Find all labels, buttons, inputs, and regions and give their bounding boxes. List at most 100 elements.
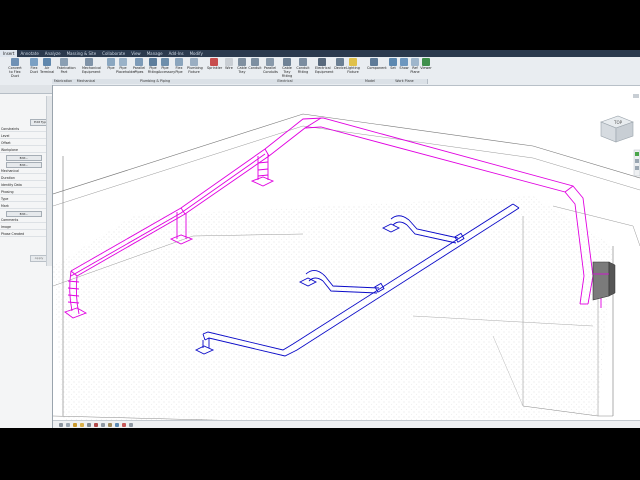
tool-sprinkler-button[interactable]: Sprinkler — [207, 58, 223, 71]
lock-view-icon[interactable] — [108, 423, 112, 427]
sprinkler-icon — [210, 58, 218, 66]
property-row: Mark — [0, 204, 46, 209]
property-row: Phase Created — [0, 232, 46, 237]
conduit-fitting-icon — [299, 58, 307, 66]
tool-pipe-placeholder-button[interactable]: Pipe Placeholder — [116, 58, 136, 75]
ribbon-group-fabrication: Fabrication — [52, 79, 75, 84]
tool-label: Convert to Flex Duct — [8, 66, 22, 78]
tool-label: Flex Duct — [30, 66, 38, 74]
3d-view-canvas[interactable]: TOP — [53, 86, 640, 428]
air-terminal-icon — [43, 58, 51, 66]
navigation-bar[interactable] — [633, 149, 640, 177]
property-row: Duration — [0, 176, 46, 181]
pipe-fitting-icon — [149, 58, 157, 66]
tool-conduit-button[interactable]: Conduit — [248, 58, 262, 71]
ribbon-group-mechanical: Mechanical — [74, 79, 99, 84]
tab-collaborate[interactable]: Collaborate — [99, 50, 128, 57]
tool-label: Electrical Equipment — [315, 66, 334, 74]
tool-viewer-button[interactable]: Viewer — [419, 58, 433, 71]
tool-parallel-conduits-button[interactable]: Parallel Conduits — [263, 58, 278, 75]
ribbon-tab-bar: Insert Annotate Analyze Massing & Site Colla… — [0, 50, 640, 57]
sun-path-icon[interactable] — [80, 423, 84, 427]
air-handler-unit[interactable] — [592, 261, 616, 301]
crop-icon[interactable] — [101, 423, 105, 427]
tab-view[interactable]: View — [128, 50, 144, 57]
tool-mechanical-equipment-button[interactable]: Mechanical Equipment — [82, 58, 101, 75]
tab-insert[interactable]: Insert — [0, 50, 18, 57]
ribbon-group-model: Model — [358, 79, 383, 84]
detail-level-icon[interactable] — [66, 423, 70, 427]
lighting-fixture-icon — [349, 58, 357, 66]
tab-massing-site[interactable]: Massing & Site — [64, 50, 100, 57]
view-close-icon[interactable] — [633, 94, 639, 98]
tool-flex-pipe-button[interactable]: Flex Pipe — [172, 58, 186, 75]
tool-parallel-pipes-button[interactable]: Parallel Pipes — [132, 58, 146, 75]
ribbon-group-electrical: Electrical — [212, 79, 359, 84]
view-cube[interactable]: TOP — [600, 115, 634, 143]
tool-label: Viewer — [420, 66, 432, 70]
tool-air-terminal-button[interactable]: Air Terminal — [40, 58, 54, 75]
tool-flex-duct-button[interactable]: Flex Duct — [27, 58, 41, 75]
tool-wire-button[interactable]: Wire — [222, 58, 236, 71]
tool-cable-tray-fitting-button[interactable]: Cable Tray Fitting — [280, 58, 294, 78]
tool-label: Flex Pipe — [175, 66, 183, 74]
tool-label: Fabrication Part — [57, 66, 76, 74]
ribbon-panel: Convert to Flex Duct Flex Duct Air Termina… — [0, 57, 640, 86]
tool-electrical-equipment-button[interactable]: Electrical Equipment — [315, 58, 334, 75]
tab-annotate[interactable]: Annotate — [17, 50, 41, 57]
ribbon-group-plumbing-piping: Plumbing & Piping — [98, 79, 213, 84]
parallel-conduits-icon — [266, 58, 274, 66]
shadows-icon[interactable] — [87, 423, 91, 427]
property-row: Identity Data — [0, 183, 46, 188]
tool-label: Conduit Fitting — [296, 66, 310, 74]
tool-label: Cable Tray Fitting — [281, 66, 293, 78]
tool-label: Lighting Fixture — [346, 66, 360, 74]
tool-lighting-fixture-button[interactable]: Lighting Fixture — [346, 58, 360, 75]
tool-device-button[interactable]: Device — [333, 58, 347, 71]
properties-header — [0, 85, 52, 94]
tool-fabrication-part-button[interactable]: Fabrication Part — [57, 58, 76, 75]
pipe-icon — [107, 58, 115, 66]
title-bar — [0, 0, 640, 50]
conduit-icon — [251, 58, 259, 66]
tool-label: Parallel Conduits — [263, 66, 278, 74]
pipe-placeholder-icon — [119, 58, 127, 66]
tab-analyze[interactable]: Analyze — [42, 50, 64, 57]
view-control-bar — [53, 420, 640, 428]
tool-label: Device — [334, 66, 346, 70]
revit-window: Insert Annotate Analyze Massing & Site Colla… — [0, 0, 640, 428]
reveal-hidden-icon[interactable] — [122, 423, 126, 427]
tool-label: Sprinkler — [207, 66, 223, 70]
edit-button[interactable]: Edit... — [6, 155, 42, 161]
tool-component-button[interactable]: Component — [367, 58, 387, 71]
tab-modify[interactable]: Modify — [187, 50, 206, 57]
set-icon — [389, 58, 397, 66]
ref-plane-icon — [411, 58, 419, 66]
render-icon[interactable] — [94, 423, 98, 427]
edit-button[interactable]: Edit... — [6, 211, 42, 217]
pipe-accessory-icon — [161, 58, 169, 66]
tool-conduit-fitting-button[interactable]: Conduit Fitting — [296, 58, 310, 75]
electrical-equipment-icon — [318, 58, 326, 66]
tab-manage[interactable]: Manage — [144, 50, 166, 57]
tool-label: Pipe Placeholder — [116, 66, 136, 74]
tab-add-ins[interactable]: Add-Ins — [166, 50, 187, 57]
tool-cable-tray-button[interactable]: Cable Tray — [235, 58, 249, 75]
convert-to-flex-duct-icon — [11, 58, 19, 66]
mechanical-equipment-icon — [85, 58, 93, 66]
device-icon — [336, 58, 344, 66]
tool-label: Cable Tray — [237, 66, 247, 74]
tool-plumbing-fixture-button[interactable]: Plumbing Fixture — [187, 58, 203, 75]
tool-pipe-accessory-button[interactable]: Pipe Accessory — [158, 58, 176, 75]
analysis-display-icon[interactable] — [129, 423, 133, 427]
scale-icon[interactable] — [59, 423, 63, 427]
visual-style-icon[interactable] — [73, 423, 77, 427]
viewer-icon — [422, 58, 430, 66]
edit-button[interactable]: Edit... — [6, 162, 42, 168]
tool-convert-to-flex-duct-button[interactable]: Convert to Flex Duct — [8, 58, 22, 78]
tool-label: Plumbing Fixture — [187, 66, 203, 74]
properties-scrollbar[interactable] — [46, 96, 52, 266]
temporary-hide-icon[interactable] — [115, 423, 119, 427]
tool-label: Pipe Accessory — [158, 66, 176, 74]
plumbing-fixture-icon — [190, 58, 198, 66]
